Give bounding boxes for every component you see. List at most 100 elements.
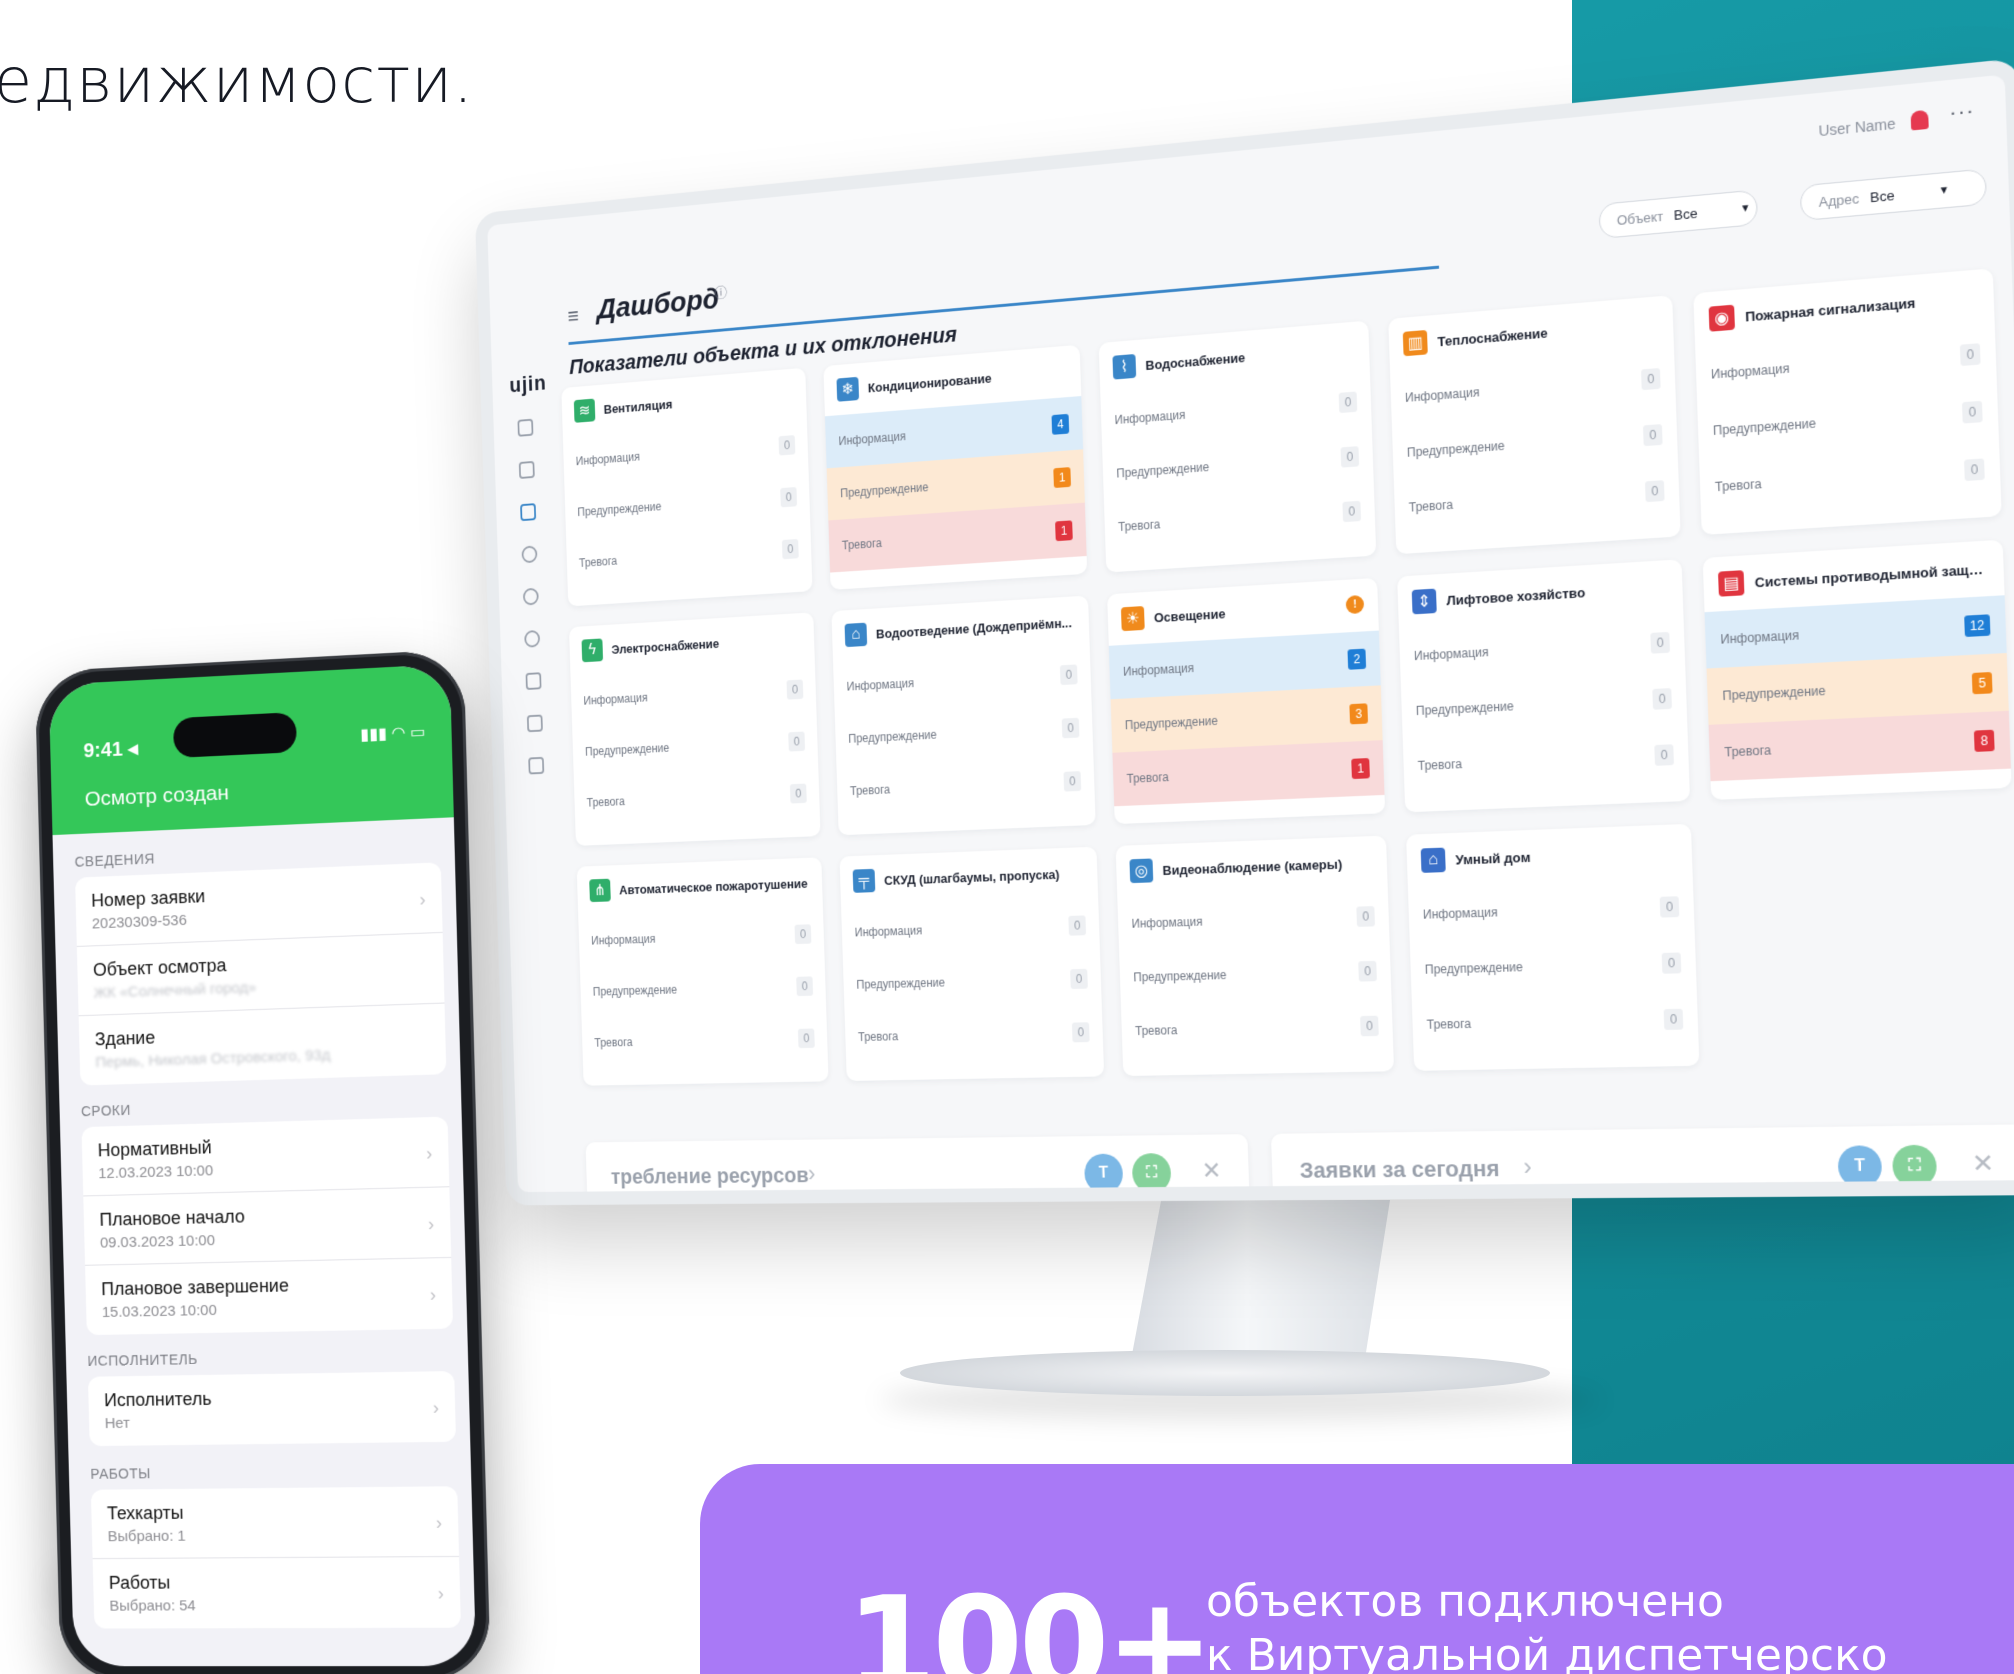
user-name[interactable]: User Name <box>1818 115 1896 139</box>
card-row-alarm[interactable]: Тревога 0 <box>1412 991 1699 1053</box>
card-row-alarm[interactable]: Тревога 1 <box>1112 740 1385 807</box>
row-label: Тревога <box>1714 476 1762 495</box>
list-item[interactable]: Объект осмотра ЖК «Солнечный город» <box>76 932 445 1017</box>
list-item[interactable]: Работы Выбрано: 54 › <box>93 1557 461 1629</box>
chevron-right-icon[interactable]: › <box>808 1161 816 1188</box>
list-item[interactable]: Исполнитель Нет › <box>88 1371 456 1446</box>
row-count: 0 <box>1663 1008 1684 1030</box>
row-count: 0 <box>1061 717 1080 739</box>
card-title: Умный дом <box>1455 849 1531 868</box>
indicator-card[interactable]: ╤ СКУД (шлагбаумы, пропуска) Информация 0 Пр… <box>839 846 1105 1082</box>
chevron-right-icon[interactable]: › <box>1523 1153 1532 1182</box>
card-title: Теплоснабжение <box>1437 324 1548 349</box>
grid-icon[interactable] <box>517 418 534 437</box>
calendar-icon[interactable] <box>520 503 537 522</box>
indicator-card[interactable]: ≋ Вентиляция Информация 0 Предупреждение 0 Тре… <box>561 367 813 607</box>
card-header: ⌂ Умный дом <box>1406 824 1693 888</box>
card-row-info[interactable]: Информация 0 <box>578 907 824 966</box>
indicator-card[interactable]: ◉ Пожарная сигнализация Информация 0 Предупр… <box>1693 268 2002 536</box>
row-count: 3 <box>1349 703 1369 725</box>
bottom-widgets: требление ресурсов › T ⛶ ✕ Заявки за сег… <box>585 1124 2014 1193</box>
row-label: Тревога <box>1134 1023 1178 1039</box>
card-row-info[interactable]: Информация 0 <box>1408 878 1695 943</box>
list-item[interactable]: Нормативный 12.03.2023 10:00 › <box>81 1116 450 1197</box>
row-count: 0 <box>1070 968 1088 990</box>
card-row-info[interactable]: Информация 0 <box>1117 888 1389 951</box>
shield-icon[interactable] <box>522 587 539 606</box>
indicator-card[interactable]: ▤ Системы противодымной защи... Информация… <box>1702 539 2012 801</box>
indicator-card[interactable]: ❄ Кондиционирование Информация 4 Предупрежде… <box>823 344 1088 590</box>
card-title: Видеонаблюдение (камеры) <box>1162 855 1343 878</box>
settings-icon[interactable] <box>521 545 538 564</box>
mobile-phone: 9:41 ◂ ▮▮▮ ◠ ▭ Осмотр создан СВЕДЕНИЯ Но… <box>34 649 491 1674</box>
indicator-card[interactable]: ⋔ Автоматическое пожаротушение Информация 0… <box>576 857 829 1086</box>
indicator-card[interactable]: ⌂ Водоотведение (Дождеприёмн... Информация… <box>831 595 1096 836</box>
row-count: 0 <box>1661 952 1682 974</box>
chevron-right-icon: › <box>419 889 426 910</box>
close-icon[interactable]: ✕ <box>1201 1157 1222 1186</box>
phone-header: 9:41 ◂ ▮▮▮ ◠ ▭ Осмотр создан <box>48 663 454 836</box>
cart-icon[interactable] <box>525 672 542 690</box>
card-row-alarm[interactable]: Тревога 0 <box>845 1005 1104 1064</box>
card-header: ◎ Видеонаблюдение (камеры) <box>1116 836 1388 898</box>
chevron-right-icon: › <box>425 1143 433 1164</box>
status-icons: ▮▮▮ ◠ ▭ <box>360 723 426 744</box>
card-title: Кондиционирование <box>867 370 992 395</box>
pin-icon[interactable]: T <box>1083 1153 1124 1193</box>
card-row-warn[interactable]: Предупреждение 0 <box>580 960 826 1018</box>
indicator-card[interactable]: ⌇ Водоснабжение Информация 0 Предупреждение 0… <box>1098 320 1377 573</box>
object-filter[interactable]: Объект Все ▼ <box>1598 189 1759 240</box>
row-count: 0 <box>1068 915 1087 936</box>
pin-icon[interactable]: T <box>1837 1145 1883 1189</box>
close-icon[interactable]: ✕ <box>1971 1148 1994 1179</box>
row-count: 1 <box>1055 520 1073 542</box>
fullscreen-icon[interactable]: ⛶ <box>1891 1144 1938 1188</box>
row-count: 0 <box>1659 896 1680 918</box>
checklist-icon[interactable] <box>526 714 543 733</box>
card-title: Водоснабжение <box>1145 349 1246 373</box>
indicator-card[interactable]: ▥ Теплоснабжение Информация 0 Предупреждение… <box>1388 295 1681 555</box>
row-count: 0 <box>1652 688 1672 710</box>
card-row-alarm[interactable]: Тревога 0 <box>836 754 1095 818</box>
row-count: 0 <box>1063 771 1082 792</box>
elevator-icon: ⇕ <box>1411 588 1437 615</box>
indicator-card[interactable]: ϟ Электроснабжение Информация 0 Предупрежден… <box>568 612 821 846</box>
item-label: Работы <box>108 1572 171 1593</box>
more-icon[interactable]: ··· <box>1949 99 1975 126</box>
indicator-card[interactable]: ☀ Освещение! Информация 2 Предупреждение 3 Тре… <box>1107 577 1386 825</box>
card-row-warn[interactable]: Предупреждение 0 <box>843 952 1102 1012</box>
card-row-info[interactable]: Информация 0 <box>841 898 1100 959</box>
row-label: Тревога <box>1724 742 1772 760</box>
menu-icon[interactable]: ≡ <box>567 303 579 328</box>
layers-icon[interactable] <box>518 460 535 479</box>
address-filter[interactable]: Адрес Все ▼ <box>1799 168 1988 222</box>
list-item[interactable]: Плановое завершение 15.03.2023 10:00 › <box>85 1258 453 1335</box>
card-row-alarm[interactable]: Тревога 0 <box>574 767 820 829</box>
requests-today-widget[interactable]: Заявки за сегодня › T ⛶ ✕ <box>1270 1124 2014 1193</box>
row-count: 0 <box>1650 631 1670 654</box>
chevron-right-icon: › <box>437 1583 445 1604</box>
row-count: 0 <box>1641 367 1661 391</box>
indicator-card[interactable]: ⌂ Умный дом Информация 0 Предупреждение 0 Трев… <box>1406 823 1700 1071</box>
card-row-warn[interactable]: Предупреждение 0 <box>1119 943 1391 1004</box>
card-row-alarm[interactable]: Тревога 0 <box>581 1012 828 1069</box>
list-item[interactable]: Плановое начало 09.03.2023 10:00 › <box>83 1187 452 1266</box>
list-item[interactable]: Здание Пермь, Николая Островского, 93д <box>79 1004 447 1086</box>
indicator-card[interactable]: ⇕ Лифтовое хозяйство Информация 0 Предупрежд… <box>1397 559 1691 813</box>
card-row-alarm[interactable]: Тревога 0 <box>1121 998 1394 1058</box>
address-filter-label: Адрес <box>1818 190 1860 210</box>
fullscreen-icon[interactable]: ⛶ <box>1131 1153 1172 1193</box>
requests-widget-title: Заявки за сегодня <box>1299 1155 1500 1183</box>
bell-icon[interactable] <box>1910 109 1929 131</box>
title-info-icon[interactable]: ⓘ <box>714 282 727 302</box>
indicator-cards-grid: ≋ Вентиляция Информация 0 Предупреждение 0 Тре… <box>561 268 2014 1086</box>
list-item[interactable]: Техкарты Выбрано: 1 › <box>90 1486 460 1560</box>
row-label: Предупреждение <box>1406 438 1505 460</box>
indicator-card[interactable]: ◎ Видеонаблюдение (камеры) Информация 0 Пред… <box>1115 835 1395 1077</box>
info-icon[interactable] <box>524 629 541 648</box>
report-icon[interactable] <box>528 756 545 775</box>
card-row-warn[interactable]: Предупреждение 0 <box>1410 934 1697 997</box>
row-label: Тревога <box>578 554 618 570</box>
row-count: 5 <box>1971 671 1993 695</box>
resources-widget[interactable]: требление ресурсов › T ⛶ ✕ <box>585 1134 1250 1193</box>
